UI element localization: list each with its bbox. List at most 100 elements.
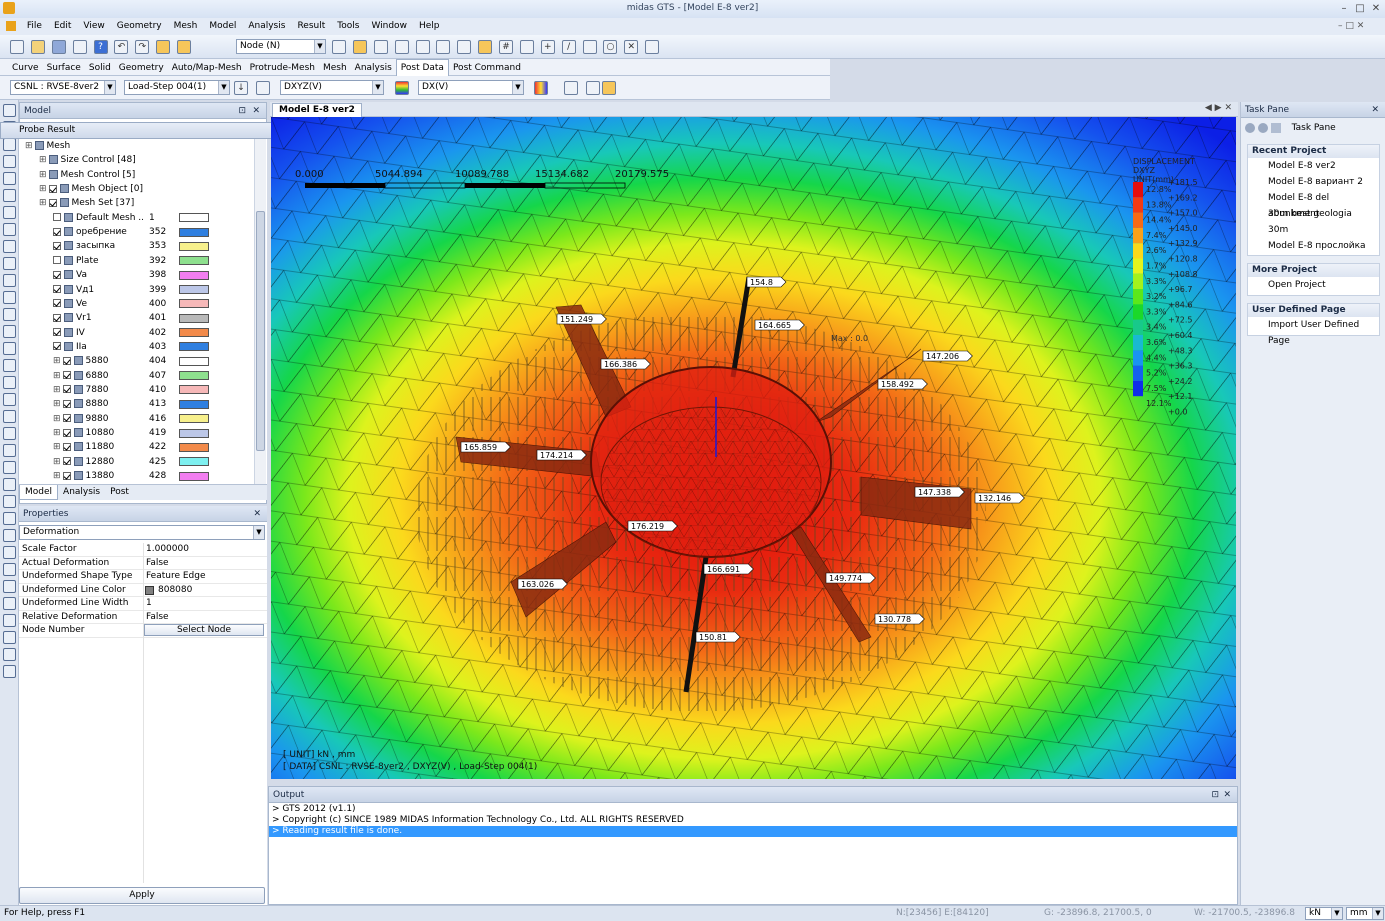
select-icon[interactable] xyxy=(156,40,171,54)
task-link[interactable]: 30m best geologia xyxy=(1248,206,1379,222)
ribbon-tab-surface[interactable]: Surface xyxy=(43,60,85,76)
ribbon-tab-analysis[interactable]: Analysis xyxy=(351,60,396,76)
pin-icon[interactable]: ⊡ xyxy=(238,103,246,119)
ribbon-tab-curve[interactable]: Curve xyxy=(8,60,43,76)
save-icon[interactable] xyxy=(51,40,66,54)
solid-icon[interactable] xyxy=(3,580,16,593)
zoom-icon[interactable] xyxy=(645,40,660,54)
line-icon[interactable]: / xyxy=(561,40,576,54)
task-link[interactable]: Model E-8 ver2 xyxy=(1248,158,1379,174)
view-front-icon[interactable] xyxy=(373,40,388,54)
tree-checkbox[interactable] xyxy=(53,342,61,351)
probe-callout[interactable]: 166.386 xyxy=(600,358,651,370)
task-link[interactable]: Model E-8 прослойка xyxy=(1248,238,1379,254)
redo-icon[interactable]: ↷ xyxy=(135,40,150,54)
task-pane-close-icon[interactable]: ✕ xyxy=(1371,102,1379,118)
expand-icon[interactable]: ⊞ xyxy=(25,141,33,151)
move-icon[interactable] xyxy=(3,529,16,542)
tree-item[interactable]: ⊞ 11880 xyxy=(53,440,114,454)
probe-callout[interactable]: 176.219 xyxy=(627,520,678,532)
expand-icon[interactable]: ⊞ xyxy=(53,385,61,395)
color-swatch[interactable] xyxy=(179,313,209,323)
tree-item[interactable]: ⊞ Mesh xyxy=(25,139,70,153)
rotate-icon[interactable] xyxy=(3,359,16,372)
tree-item[interactable]: оребрение xyxy=(53,225,127,239)
unlock-icon[interactable] xyxy=(602,81,616,95)
cursor-icon[interactable] xyxy=(415,40,430,54)
length-unit-dropdown[interactable]: mm ▼ xyxy=(1346,907,1384,920)
probe-callout[interactable]: 166.691 xyxy=(703,563,754,575)
tree-checkbox[interactable] xyxy=(62,385,71,394)
mdi-controls[interactable]: – □ ✕ xyxy=(1338,18,1364,35)
probe-callout[interactable]: 165.859 xyxy=(460,441,511,453)
probe-callout[interactable]: 147.206 xyxy=(922,350,973,362)
measure-icon[interactable] xyxy=(457,40,472,54)
color-swatch[interactable] xyxy=(179,471,209,481)
workplane-icon[interactable] xyxy=(519,40,534,54)
menu-result[interactable]: Result xyxy=(291,18,331,35)
expand-icon[interactable]: ⊞ xyxy=(53,442,61,452)
menu-edit[interactable]: Edit xyxy=(48,18,77,35)
render-icon[interactable] xyxy=(478,40,493,54)
probe-callout[interactable]: 174.214 xyxy=(536,449,587,461)
ribbon-tab-mesh[interactable]: Mesh xyxy=(319,60,351,76)
view-left-icon[interactable] xyxy=(3,223,16,236)
tree-checkbox[interactable] xyxy=(62,428,71,437)
tree-checkbox[interactable] xyxy=(48,198,57,207)
orbit-icon[interactable] xyxy=(3,512,16,525)
palette-icon[interactable] xyxy=(534,81,548,95)
tree-item[interactable]: ⊞ Size Control [48] xyxy=(39,153,136,167)
expand-icon[interactable]: ⊞ xyxy=(39,198,47,208)
pencil-icon[interactable] xyxy=(3,631,16,644)
task-link[interactable]: Open Project xyxy=(1248,277,1379,293)
tree-item[interactable]: ⊞ 7880 xyxy=(53,383,108,397)
delete-icon[interactable]: ✕ xyxy=(624,40,639,54)
panel-tab-post[interactable]: Post xyxy=(105,485,134,499)
close-button[interactable]: ✕ xyxy=(1368,1,1384,16)
tree-item[interactable]: ⊞ 10880 xyxy=(53,426,114,440)
probe-callout[interactable]: 164.665 xyxy=(754,319,805,331)
expand-icon[interactable]: ⊞ xyxy=(53,371,61,381)
view-right-icon[interactable] xyxy=(3,240,16,253)
tree-item[interactable]: ⊞ 13880 xyxy=(53,469,114,483)
tree-checkbox[interactable] xyxy=(62,371,71,380)
task-link[interactable]: Import User Defined Page xyxy=(1248,317,1379,346)
apply-button[interactable]: Apply xyxy=(19,887,265,904)
help-icon[interactable]: ? xyxy=(93,40,108,54)
task-link[interactable]: Model E-8 вариант 2 xyxy=(1248,174,1379,190)
document-tab[interactable]: Model E-8 ver2 xyxy=(272,103,362,117)
tree-checkbox[interactable] xyxy=(53,313,61,322)
component-dropdown[interactable]: DXYZ(V) ▼ xyxy=(280,80,384,95)
task-link[interactable]: Model E-8 del abunkment xyxy=(1248,190,1379,219)
question-icon[interactable] xyxy=(3,665,16,678)
contour-icon[interactable] xyxy=(395,81,409,95)
ribbon-tab-geometry[interactable]: Geometry xyxy=(115,60,168,76)
measure-icon[interactable] xyxy=(3,648,16,661)
probe-callout[interactable]: 151.249 xyxy=(556,313,607,325)
property-value[interactable]: 1.000000 xyxy=(146,543,189,557)
color-swatch[interactable] xyxy=(179,342,209,352)
ribbon-tab-auto-map-mesh[interactable]: Auto/Map-Mesh xyxy=(168,60,246,76)
print-icon[interactable] xyxy=(72,40,87,54)
direction-dropdown[interactable]: DX(V) ▼ xyxy=(418,80,524,95)
home-icon[interactable] xyxy=(1270,122,1281,133)
tree-item[interactable]: ⊞ 8880 xyxy=(53,397,108,411)
ribbon-tab-post-command[interactable]: Post Command xyxy=(449,60,525,76)
output-pin-icon[interactable]: ⊡ xyxy=(1211,787,1219,803)
tree-checkbox[interactable] xyxy=(62,356,71,365)
view-iso-icon[interactable] xyxy=(3,274,16,287)
tree-item[interactable]: IIa xyxy=(53,340,87,354)
expand-icon[interactable]: ⊞ xyxy=(53,414,61,424)
expand-icon[interactable]: ⊞ xyxy=(39,184,47,194)
tree-item[interactable]: Plate xyxy=(53,254,99,268)
property-value[interactable]: False xyxy=(146,611,169,625)
color-swatch[interactable] xyxy=(179,299,209,309)
tab-nav-icon[interactable]: ◀ ▶ ✕ xyxy=(1205,103,1232,113)
grid-icon[interactable]: # xyxy=(499,40,513,54)
tree-checkbox[interactable] xyxy=(53,270,61,279)
properties-type-dropdown[interactable]: Deformation ▼ xyxy=(19,525,265,540)
menu-view[interactable]: View xyxy=(77,18,110,35)
probe-callout[interactable]: 150.81 xyxy=(695,631,741,643)
property-value[interactable]: 808080 xyxy=(158,584,192,598)
expand-icon[interactable]: ⊞ xyxy=(53,471,61,481)
